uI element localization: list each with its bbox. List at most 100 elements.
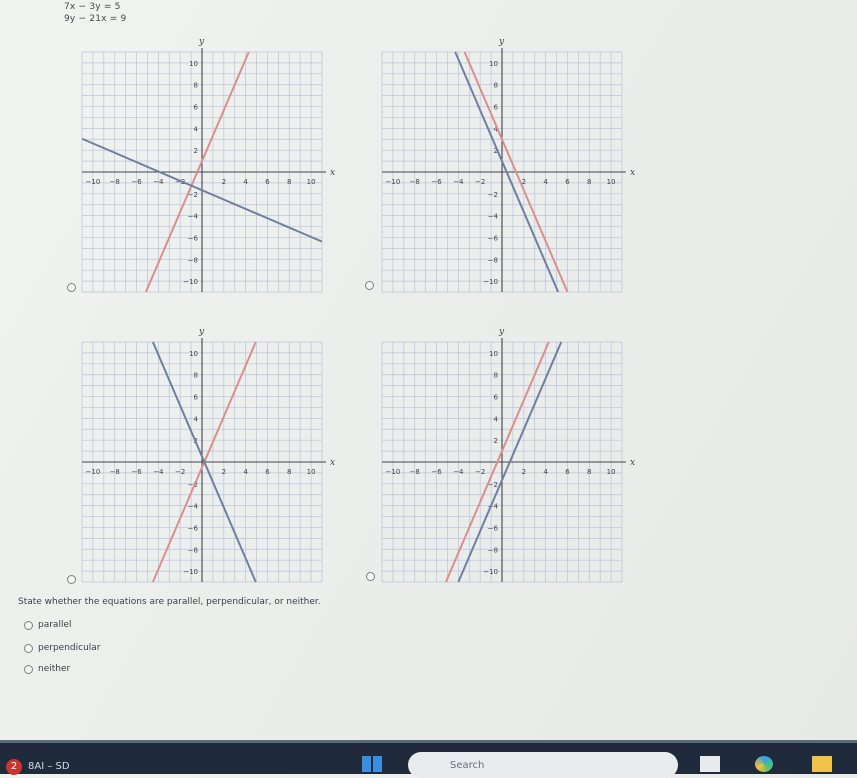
x-tick-label: −2 — [475, 178, 485, 186]
browser-icon[interactable] — [755, 756, 773, 772]
x-tick-label: 10 — [307, 178, 316, 186]
option-parallel-radio[interactable] — [24, 621, 33, 630]
x-tick-label: 8 — [587, 178, 591, 186]
equation-2: 9y − 21x = 9 — [64, 14, 127, 24]
graph-svg: xy−10−10−8−8−6−6−4−4−2−2224466881010 — [81, 37, 335, 293]
option-neither[interactable]: neither — [24, 664, 71, 674]
y-tick-label: −2 — [488, 191, 498, 199]
x-tick-label: 8 — [287, 468, 291, 476]
y-axis-label: y — [498, 327, 505, 337]
y-tick-label: 6 — [494, 104, 499, 112]
y-axis-label: y — [198, 327, 205, 337]
x-tick-label: 10 — [607, 468, 616, 476]
app-icon[interactable] — [700, 756, 720, 772]
x-tick-label: −6 — [131, 468, 142, 476]
taskbar-search-label[interactable]: Search — [450, 760, 484, 771]
y-tick-label: 6 — [494, 394, 499, 402]
x-tick-label: −8 — [410, 178, 420, 186]
x-tick-label: 4 — [243, 178, 248, 186]
graph-bottom-left[interactable]: xy−10−10−8−8−6−6−4−4−2−2224466881010 — [60, 320, 335, 595]
graph-bottom-right-radio[interactable] — [366, 572, 375, 581]
x-tick-label: 8 — [287, 178, 291, 186]
y-tick-label: 6 — [194, 394, 199, 402]
x-axis-label: x — [330, 168, 335, 178]
x-axis-label: x — [330, 458, 335, 468]
x-tick-label: −4 — [453, 178, 464, 186]
y-tick-label: 8 — [194, 372, 198, 380]
notification-badge[interactable]: 2 — [6, 759, 22, 775]
y-tick-label: −8 — [488, 546, 498, 554]
x-tick-label: −4 — [153, 178, 164, 186]
x-tick-label: 6 — [265, 468, 270, 476]
x-tick-label: 2 — [222, 178, 226, 186]
x-tick-label: −2 — [475, 468, 485, 476]
y-tick-label: 8 — [494, 82, 498, 90]
x-tick-label: −8 — [110, 178, 120, 186]
folder-icon[interactable] — [812, 756, 832, 772]
y-axis-label: y — [498, 37, 505, 47]
y-tick-label: −8 — [188, 256, 198, 264]
option-perpendicular[interactable]: perpendicular — [24, 643, 101, 653]
x-tick-label: −6 — [431, 468, 442, 476]
y-tick-label: 10 — [489, 350, 498, 358]
x-tick-label: 10 — [307, 468, 316, 476]
y-tick-label: 8 — [494, 372, 498, 380]
equation-1: 7x − 3y = 5 — [64, 2, 121, 12]
x-tick-label: 2 — [222, 468, 226, 476]
y-tick-label: 4 — [494, 415, 499, 423]
graph-top-right-radio[interactable] — [365, 281, 374, 290]
x-tick-label: 4 — [543, 468, 548, 476]
x-axis-label: x — [630, 168, 635, 178]
x-tick-label: 6 — [565, 468, 570, 476]
y-tick-label: 10 — [189, 60, 198, 68]
x-tick-label: −2 — [175, 468, 185, 476]
y-tick-label: −10 — [483, 568, 498, 576]
start-icon[interactable] — [362, 756, 382, 772]
graph-bottom-right[interactable]: x y −10 −10 −8 −8 −6 −6 −4 −4 −2 −2 2 2 4 4 6 6 8 8 10 10 — [360, 320, 635, 595]
y-tick-label: −10 — [183, 278, 198, 286]
option-neither-radio[interactable] — [24, 665, 33, 674]
x-tick-label: 10 — [607, 178, 616, 186]
x-tick-label: −4 — [153, 468, 164, 476]
x-tick-label: 8 — [587, 468, 591, 476]
taskbar-app-label[interactable]: 8AI – SD — [28, 761, 70, 772]
y-tick-label: −8 — [488, 256, 498, 264]
y-tick-label: 2 — [194, 147, 198, 155]
y-tick-label: 4 — [194, 125, 199, 133]
x-tick-label: −6 — [131, 178, 142, 186]
y-tick-label: −4 — [188, 503, 199, 511]
graph-top-left[interactable]: x y −10 −10 −8 −8 −6 −6 −4 −4 −2 −2 2 2 4 4 6 6 8 8 10 10 — [60, 30, 335, 305]
option-neither-label: neither — [38, 664, 71, 674]
y-tick-label: 4 — [194, 415, 199, 423]
y-tick-label: −10 — [183, 568, 198, 576]
x-tick-label: 4 — [243, 468, 248, 476]
x-tick-label: 6 — [565, 178, 570, 186]
y-tick-label: −4 — [188, 213, 199, 221]
graph-bottom-left-radio[interactable] — [67, 575, 76, 584]
x-tick-label: −8 — [110, 468, 120, 476]
graph-svg: xy−10−10−8−8−6−6−4−4−2−2224466881010 — [381, 327, 635, 583]
y-tick-label: −8 — [188, 546, 198, 554]
option-parallel[interactable]: parallel — [24, 620, 72, 630]
x-tick-label: −10 — [386, 178, 401, 186]
y-tick-label: 6 — [194, 104, 199, 112]
y-tick-label: −6 — [188, 234, 199, 242]
question-text: State whether the equations are parallel… — [18, 597, 321, 607]
option-parallel-label: parallel — [38, 620, 72, 630]
x-tick-label: 4 — [543, 178, 548, 186]
x-tick-label: −10 — [386, 468, 401, 476]
y-tick-label: −6 — [488, 524, 499, 532]
x-tick-label: −6 — [431, 178, 442, 186]
graph-top-left-radio[interactable] — [67, 283, 76, 292]
y-tick-label: 2 — [494, 437, 498, 445]
x-tick-label: 2 — [522, 468, 526, 476]
option-perpendicular-label: perpendicular — [38, 643, 101, 653]
taskbar-edge — [0, 740, 857, 743]
taskbar-search-box[interactable] — [408, 752, 678, 778]
x-tick-label: −10 — [86, 178, 101, 186]
graph-top-right[interactable]: x y −10 −10 −8 −8 −6 −6 −4 −4 −2 −2 2 2 4 4 6 6 8 8 10 10 — [360, 30, 635, 305]
graph-svg: xy−10−10−8−8−6−6−4−4−2−2224466881010 — [381, 37, 635, 293]
y-tick-label: −4 — [488, 213, 499, 221]
option-perpendicular-radio[interactable] — [24, 644, 33, 653]
x-axis-label: x — [630, 458, 635, 468]
